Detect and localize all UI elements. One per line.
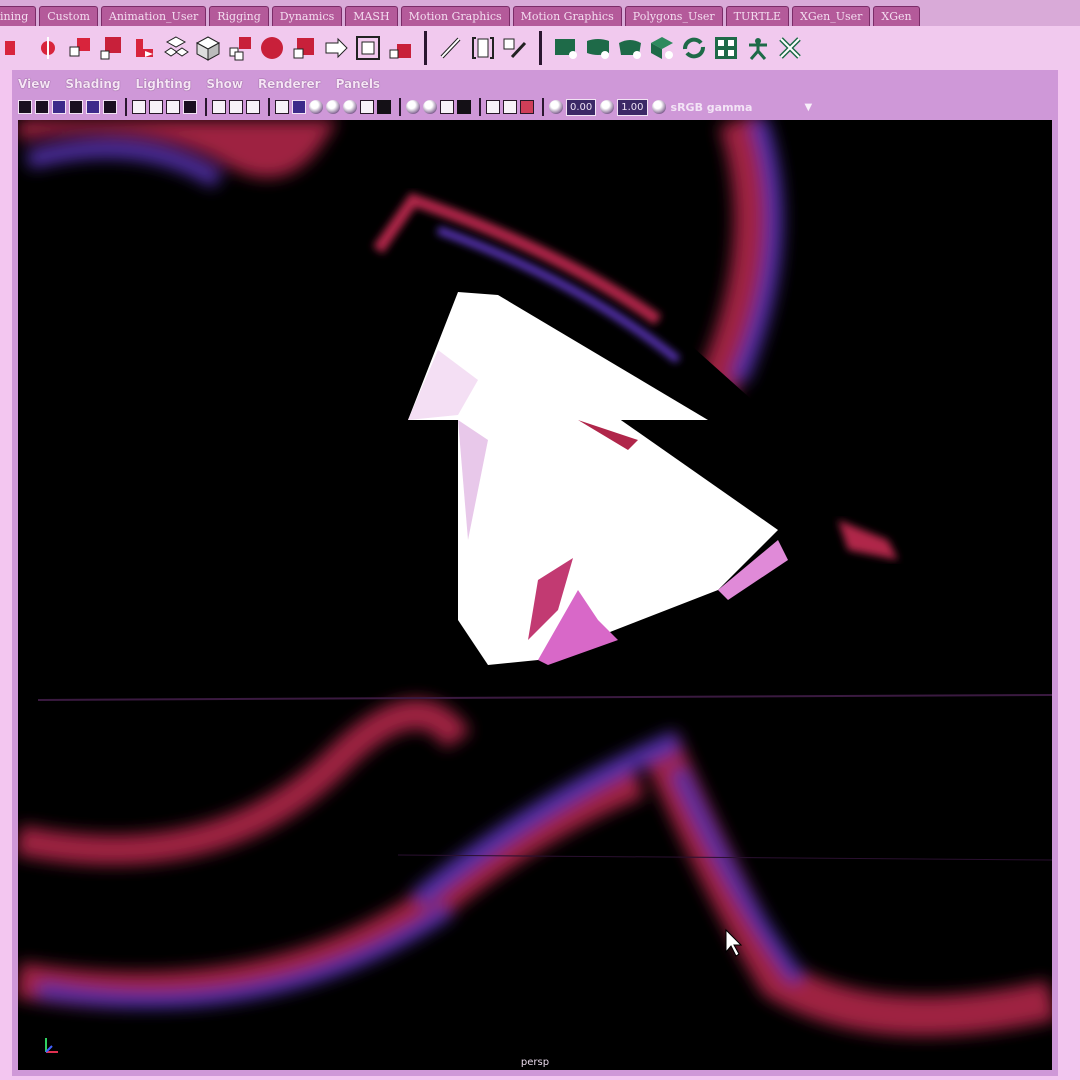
textured-icon[interactable]: [309, 100, 323, 114]
cube-stack-icon[interactable]: [67, 35, 93, 61]
pencil-icon[interactable]: [438, 35, 464, 61]
edit-curve-icon[interactable]: [502, 35, 528, 61]
resolution-gate-icon[interactable]: [149, 100, 163, 114]
safe-title-icon[interactable]: [229, 100, 243, 114]
panel-menu-bar: View Shading Lighting Show Renderer Pane…: [18, 74, 395, 94]
bookmarks-icon[interactable]: [52, 100, 66, 114]
shelf-tab-polygons-user[interactable]: Polygons_User: [624, 6, 723, 26]
poly-shape-icon[interactable]: [553, 35, 579, 61]
default-material-icon[interactable]: [292, 100, 306, 114]
anti-aliasing-icon[interactable]: [440, 100, 454, 114]
menu-renderer[interactable]: Renderer: [258, 77, 321, 91]
wireframe-toggle-icon[interactable]: [246, 100, 260, 114]
toolbar-separator: [479, 98, 481, 116]
grid-dice-icon[interactable]: [713, 35, 739, 61]
poly-shape-3-icon[interactable]: [617, 35, 643, 61]
exposure-field[interactable]: 0.00: [566, 98, 597, 116]
viewport-panel: View Shading Lighting Show Renderer Pane…: [12, 70, 1058, 1076]
image-plane-icon[interactable]: [69, 100, 83, 114]
panel-toolbar: 0.00 1.00 sRGB gamma ▼: [18, 96, 1048, 118]
toolbar-separator: [542, 98, 544, 116]
shelf-tab-turtle[interactable]: TURTLE: [725, 6, 790, 26]
camera-attributes-icon[interactable]: [35, 100, 49, 114]
menu-lighting[interactable]: Lighting: [136, 77, 192, 91]
shelf-separator: [539, 31, 542, 65]
toolbar-separator: [125, 98, 127, 116]
gamma-field[interactable]: 1.00: [617, 98, 648, 116]
red-cube-icon[interactable]: [99, 35, 125, 61]
poly-shape-2-icon[interactable]: [585, 35, 611, 61]
cross-out-icon[interactable]: [777, 35, 803, 61]
grease-pencil-icon[interactable]: [86, 100, 100, 114]
film-gate-icon[interactable]: [132, 100, 146, 114]
depth-of-field-icon[interactable]: [457, 100, 471, 114]
shelf-separator: [424, 31, 427, 65]
select-camera-icon[interactable]: [18, 100, 32, 114]
chevron-down-icon[interactable]: ▼: [805, 102, 813, 113]
hud-icon[interactable]: [520, 100, 534, 114]
menu-shading[interactable]: Shading: [65, 77, 120, 91]
safe-action-icon[interactable]: [212, 100, 226, 114]
shelf-icon-bar: [0, 26, 1080, 70]
exposure-icon[interactable]: [549, 100, 563, 114]
cube-icon[interactable]: [3, 35, 29, 61]
bracket-icon[interactable]: [470, 35, 496, 61]
small-cube-icon[interactable]: [387, 35, 413, 61]
arrow-icon[interactable]: [323, 35, 349, 61]
toolbar-separator: [268, 98, 270, 116]
sphere-icon[interactable]: [259, 35, 285, 61]
isolate-select-icon[interactable]: [486, 100, 500, 114]
poly-shape-4-icon[interactable]: [649, 35, 675, 61]
figure-icon[interactable]: [745, 35, 771, 61]
motion-blur-icon[interactable]: [423, 100, 437, 114]
gate-mask-icon[interactable]: [166, 100, 180, 114]
menu-view[interactable]: View: [18, 77, 50, 91]
shelf-tab-custom[interactable]: Custom: [39, 6, 98, 26]
menu-panels[interactable]: Panels: [336, 77, 381, 91]
3d-viewport[interactable]: persp: [18, 120, 1052, 1070]
wireframe-cube-icon[interactable]: [195, 35, 221, 61]
shelf-tab-xgen[interactable]: XGen: [873, 6, 920, 26]
move-pivot-icon[interactable]: [35, 35, 61, 61]
view-transform-select[interactable]: sRGB gamma: [671, 101, 801, 114]
gamma-icon[interactable]: [600, 100, 615, 114]
axis-gizmo-icon: [45, 1038, 58, 1053]
shelf-tab-motion-graphics[interactable]: Motion Graphics: [400, 6, 510, 26]
shadows-icon[interactable]: [343, 100, 357, 114]
xray-icon[interactable]: [360, 100, 374, 114]
screen-space-ao-icon[interactable]: [406, 100, 420, 114]
cube-group-icon[interactable]: [227, 35, 253, 61]
toolbar-separator: [205, 98, 207, 116]
cycle-icon[interactable]: [681, 35, 707, 61]
xray-active-icon[interactable]: [503, 100, 517, 114]
shelf-tab-xgen-user[interactable]: XGen_User: [792, 6, 871, 26]
shelf-tab-rendering[interactable]: ining: [0, 6, 37, 26]
menu-show[interactable]: Show: [206, 77, 243, 91]
shelf-tab-dynamics[interactable]: Dynamics: [271, 6, 343, 26]
xray-joints-icon[interactable]: [377, 100, 391, 114]
shelf-tab-bar: ining Custom Animation_User Rigging Dyna…: [0, 0, 1080, 26]
scene-render: [18, 120, 1052, 1036]
grid-toggle-icon[interactable]: [103, 100, 117, 114]
lighting-icon[interactable]: [326, 100, 340, 114]
smooth-shade-icon[interactable]: [275, 100, 289, 114]
shelf-tab-rigging[interactable]: Rigging: [209, 6, 269, 26]
shelf-tab-animation-user[interactable]: Animation_User: [100, 6, 207, 26]
shelf-tab-mash[interactable]: MASH: [345, 6, 398, 26]
shelf-tab-motion-graphics-2[interactable]: Motion Graphics: [512, 6, 622, 26]
camera-name-label: persp: [520, 1057, 550, 1068]
bend-icon[interactable]: [131, 35, 157, 61]
box-frame-icon[interactable]: [355, 35, 381, 61]
color-management-icon[interactable]: [651, 100, 666, 114]
field-chart-icon[interactable]: [183, 100, 197, 114]
toolbar-separator: [399, 98, 401, 116]
cube-cluster-icon[interactable]: [163, 35, 189, 61]
corner-cube-icon[interactable]: [291, 35, 317, 61]
